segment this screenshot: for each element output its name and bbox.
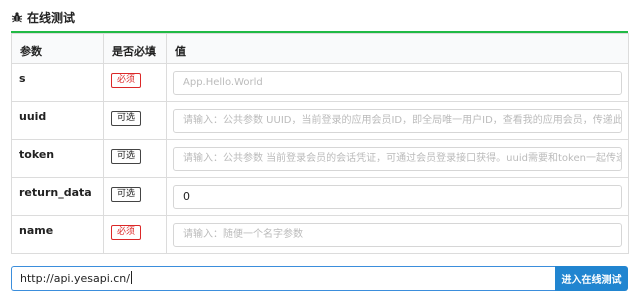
value-cell: 请输入：公共参数 当前登录会员的会话凭证，可通过会员登录接口获得。uuid需要和…: [166, 139, 629, 178]
url-text: http://api.yesapi.cn/: [20, 272, 130, 285]
bug-icon: [11, 11, 23, 23]
column-header-param: 参数: [11, 33, 104, 64]
section-header: 在线测试: [11, 9, 75, 25]
value-cell: App.Hello.World: [166, 63, 629, 102]
required-badge: 必须: [111, 225, 142, 240]
param-name: return_data: [11, 177, 104, 216]
table-header-row: 参数 是否必填 值: [11, 33, 629, 64]
param-name: uuid: [11, 101, 104, 140]
param-input-s[interactable]: App.Hello.World: [173, 71, 622, 95]
url-input[interactable]: http://api.yesapi.cn/: [11, 266, 555, 291]
optional-badge: 可选: [111, 149, 142, 164]
request-bar: http://api.yesapi.cn/ 进入在线测试: [11, 266, 628, 291]
required-cell: 必须: [103, 215, 167, 254]
value-cell: 请输入：公共参数 UUID，当前登录的应用会员ID，即全局唯一用户ID，查看我的…: [166, 101, 629, 140]
param-name: name: [11, 215, 104, 254]
table-row: name 必须 请输入：随便一个名字参数: [11, 215, 629, 254]
required-badge: 必须: [111, 73, 142, 88]
param-input-token[interactable]: 请输入：公共参数 当前登录会员的会话凭证，可通过会员登录接口获得。uuid需要和…: [173, 147, 622, 171]
param-name: s: [11, 63, 104, 102]
table-row: token 可选 请输入：公共参数 当前登录会员的会话凭证，可通过会员登录接口获…: [11, 139, 629, 178]
required-cell: 可选: [103, 177, 167, 216]
section-title: 在线测试: [27, 10, 76, 25]
param-input-name[interactable]: 请输入：随便一个名字参数: [173, 223, 622, 247]
param-name: token: [11, 139, 104, 178]
param-input-return-data[interactable]: 0: [173, 185, 622, 209]
optional-badge: 可选: [111, 187, 142, 202]
params-table: 参数 是否必填 值 s 必须 App.Hello.World uuid 可选 请…: [11, 31, 629, 254]
required-cell: 必须: [103, 63, 167, 102]
param-input-uuid[interactable]: 请输入：公共参数 UUID，当前登录的应用会员ID，即全局唯一用户ID，查看我的…: [173, 109, 622, 133]
run-test-button[interactable]: 进入在线测试: [555, 266, 628, 291]
column-header-required: 是否必填: [103, 33, 167, 64]
required-cell: 可选: [103, 139, 167, 178]
optional-badge: 可选: [111, 111, 142, 126]
value-cell: 请输入：随便一个名字参数: [166, 215, 629, 254]
column-header-value: 值: [166, 33, 629, 64]
table-row: uuid 可选 请输入：公共参数 UUID，当前登录的应用会员ID，即全局唯一用…: [11, 101, 629, 140]
text-cursor: [130, 271, 132, 284]
table-row: return_data 可选 0: [11, 177, 629, 216]
value-cell: 0: [166, 177, 629, 216]
required-cell: 可选: [103, 101, 167, 140]
table-row: s 必须 App.Hello.World: [11, 63, 629, 102]
